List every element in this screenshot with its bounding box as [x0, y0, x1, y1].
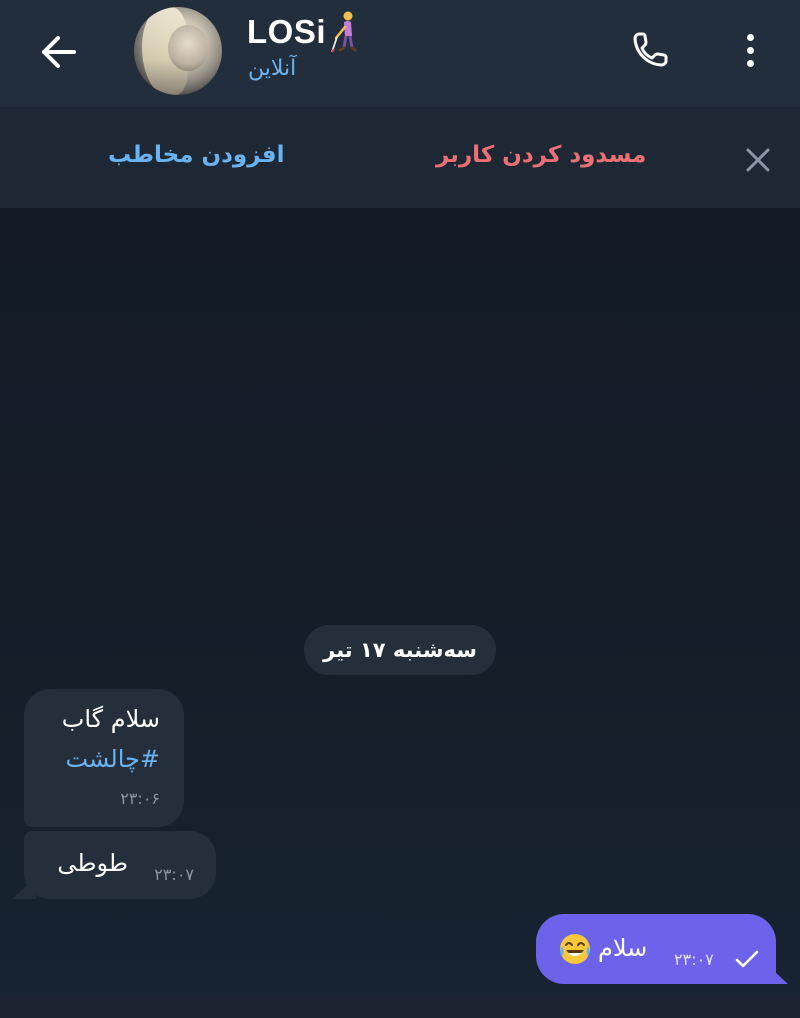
person-with-cane-emoji — [331, 11, 357, 53]
hashtag-link[interactable]: #چالشت — [65, 745, 160, 773]
back-button[interactable] — [30, 26, 86, 78]
message-time: ۲۳:۰۶ — [120, 789, 160, 808]
incoming-message[interactable]: طوطی ۲۳:۰۷ — [12, 831, 216, 899]
online-status: آنلاین — [248, 56, 297, 81]
message-text: طوطی — [57, 849, 128, 877]
more-vertical-icon — [746, 33, 754, 41]
incoming-message[interactable]: سلام گاب #چالشت ۲۳:۰۶ — [24, 689, 184, 827]
contact-avatar[interactable] — [134, 7, 222, 95]
message-time: ۲۳:۰۷ — [674, 950, 714, 969]
message-time: ۲۳:۰۷ — [154, 865, 194, 884]
close-bar-button[interactable] — [740, 142, 776, 178]
check-icon — [735, 950, 759, 968]
message-text: سلام — [598, 934, 648, 962]
block-user-button[interactable]: مسدود کردن کاربر — [436, 142, 646, 168]
tears-of-joy-emoji — [560, 934, 590, 964]
contact-name: LOSi — [247, 13, 327, 50]
date-separator: سه‌شنبه ۱۷ تیر — [304, 625, 496, 675]
chat-header: LOSi آنلاین — [0, 0, 800, 107]
outgoing-message[interactable]: سلام ۲۳:۰۷ — [536, 914, 788, 984]
composer-edge — [0, 996, 800, 1018]
arrow-left-icon — [42, 36, 76, 68]
phone-icon — [633, 32, 668, 67]
add-contact-button[interactable]: افزودن مخاطب — [108, 142, 284, 168]
chat-screen: LOSi آنلاین افزودن مخاطب مسدود کردن کارب… — [0, 0, 800, 1018]
close-icon — [746, 148, 770, 172]
call-button[interactable] — [624, 26, 676, 74]
more-menu-button[interactable] — [730, 26, 770, 74]
contact-title[interactable]: LOSi — [247, 10, 362, 54]
message-text: سلام گاب — [61, 705, 160, 733]
